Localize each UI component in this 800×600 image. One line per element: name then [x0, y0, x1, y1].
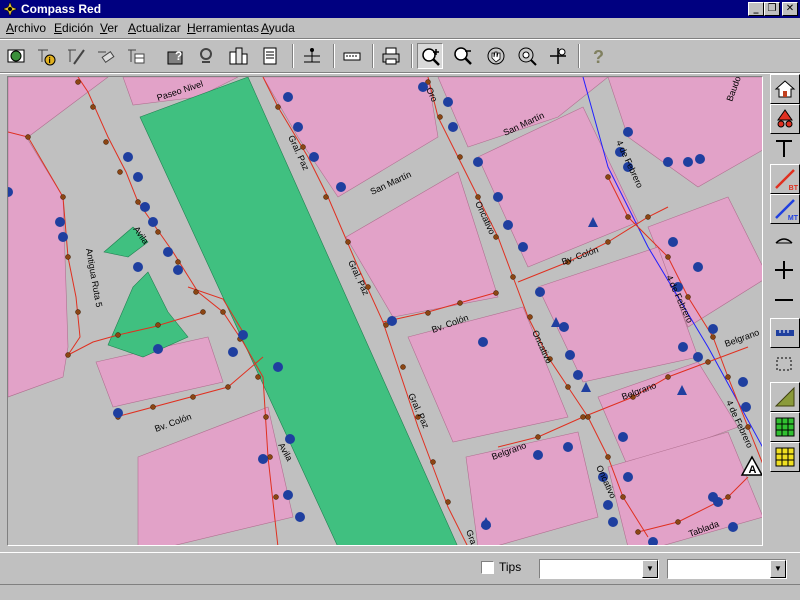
home-icon[interactable]	[770, 74, 800, 104]
compass-icon	[3, 2, 17, 16]
menu-edicion[interactable]: Edición	[54, 21, 93, 35]
print-icon[interactable]	[378, 43, 404, 69]
svg-text:?: ?	[593, 47, 604, 66]
mt-line-icon[interactable]: MT	[770, 194, 800, 224]
main-toolbar: i ? ?	[0, 40, 800, 72]
bottom-edge	[0, 584, 800, 600]
close-button[interactable]: ✕	[782, 2, 798, 16]
toolbar-separator	[372, 44, 374, 68]
tips-label: Tips	[499, 560, 522, 574]
street-label: Gral. Paz	[406, 392, 431, 431]
menu-actualizar[interactable]: Actualizar	[128, 21, 181, 35]
buildings-icon[interactable]	[225, 43, 251, 69]
menu-ayuda[interactable]: Ayuda	[261, 21, 295, 35]
transformer-icon[interactable]	[770, 104, 800, 134]
svg-text:?: ?	[175, 49, 182, 63]
status-bar: Tips ▼ ▼	[0, 552, 800, 582]
window-title: Compass Red	[21, 2, 102, 16]
warning-marker: A	[740, 455, 762, 476]
info-node-icon[interactable]: i	[33, 43, 59, 69]
menu-ver[interactable]: Ver	[100, 21, 118, 35]
query-icon[interactable]: ?	[163, 43, 189, 69]
globe-icon[interactable]	[3, 43, 29, 69]
grid-green-icon[interactable]	[770, 412, 800, 442]
map-view[interactable]: A Paseo Nivel Gral. Paz Gral. Paz Gral. …	[7, 76, 763, 546]
pan-hand-icon[interactable]	[483, 43, 509, 69]
network-map[interactable]: A Paseo Nivel Gral. Paz Gral. Paz Gral. …	[8, 77, 763, 546]
bt-line-icon[interactable]: BT	[770, 164, 800, 194]
zoom-extent-icon[interactable]	[514, 43, 540, 69]
toolbar-separator	[333, 44, 335, 68]
grid-yellow-icon[interactable]	[770, 442, 800, 472]
edit-line-icon[interactable]	[63, 43, 89, 69]
minimize-button[interactable]: _	[748, 2, 764, 16]
select-rect-icon[interactable]	[770, 350, 800, 380]
move-icon[interactable]	[545, 43, 571, 69]
toolbar-separator	[578, 44, 580, 68]
menu-archivo[interactable]: Archivo	[6, 21, 46, 35]
cross-icon[interactable]	[770, 256, 800, 286]
svg-text:i: i	[49, 56, 51, 65]
street-label: Antigua Ruta 5	[84, 248, 104, 308]
toolbar-separator	[292, 44, 294, 68]
zoom-in-icon[interactable]	[417, 43, 443, 69]
layer-combo[interactable]: ▼	[539, 559, 659, 579]
street-label: Belgrano	[723, 327, 760, 349]
stamp-icon[interactable]	[193, 43, 219, 69]
scale-combo[interactable]: ▼	[667, 559, 787, 579]
tag-icon[interactable]	[339, 43, 365, 69]
toolbar-separator-line	[0, 72, 800, 74]
title-bar: Compass Red _ ❐ ✕	[0, 0, 800, 18]
hatch-icon[interactable]	[770, 382, 800, 412]
street-label: Bv. Colón	[153, 411, 192, 434]
arc-icon[interactable]	[770, 226, 800, 256]
menu-herramientas[interactable]: Herramientas	[187, 21, 259, 35]
chevron-down-icon[interactable]: ▼	[770, 560, 786, 578]
maximize-button[interactable]: ❐	[764, 2, 780, 16]
help-icon[interactable]: ?	[586, 43, 612, 69]
eraser-icon[interactable]	[93, 43, 119, 69]
menu-bar: Archivo Edición Ver Actualizar Herramien…	[0, 18, 800, 38]
dash-icon[interactable]	[770, 286, 800, 316]
svg-text:A: A	[749, 464, 757, 476]
t-pole-icon[interactable]	[770, 134, 800, 164]
scale-icon[interactable]	[299, 43, 325, 69]
toolbar-separator	[411, 44, 413, 68]
ruler-icon[interactable]	[770, 318, 800, 348]
zoom-out-icon[interactable]	[450, 43, 476, 69]
table-edit-icon[interactable]	[123, 43, 149, 69]
chevron-down-icon[interactable]: ▼	[642, 560, 658, 578]
report-icon[interactable]	[257, 43, 283, 69]
tips-checkbox[interactable]	[481, 561, 494, 574]
